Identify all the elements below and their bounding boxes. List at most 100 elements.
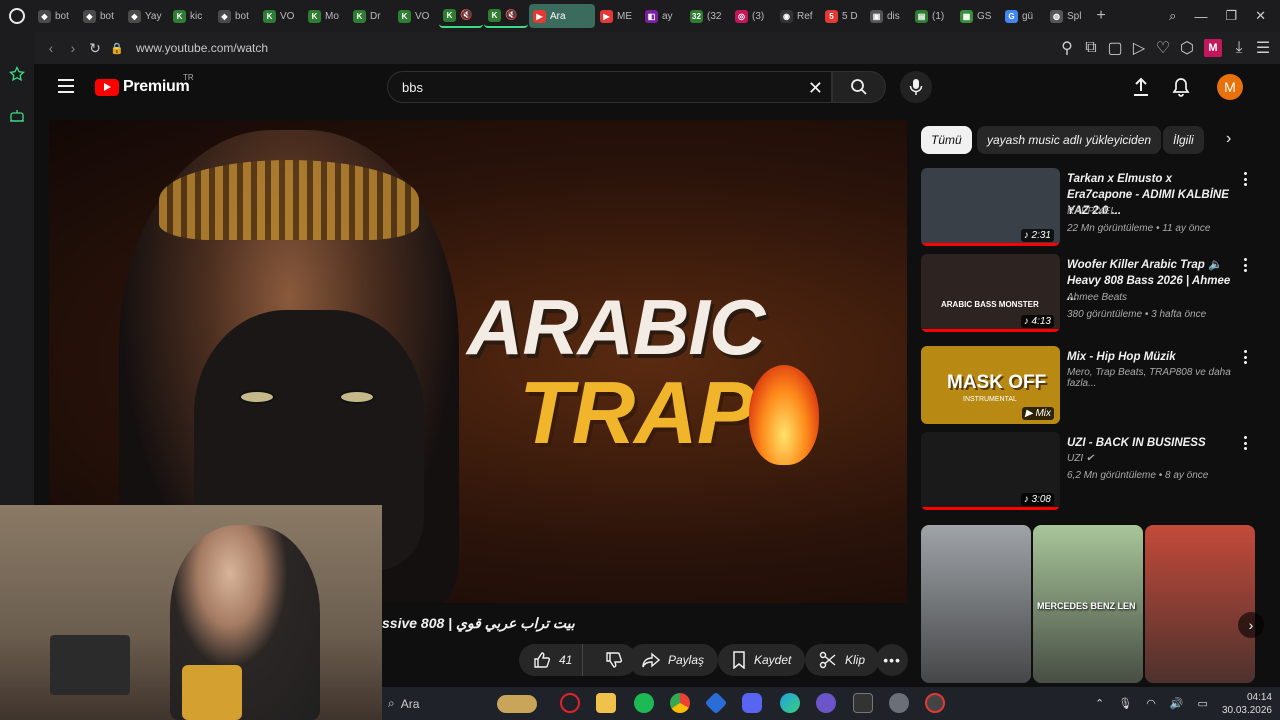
browser-tab[interactable]: ▶ Ara (529, 4, 595, 28)
wifi-icon[interactable]: ◠ (1146, 697, 1156, 710)
clock[interactable]: 04:14 30.03.2026 (1222, 691, 1272, 717)
back-button[interactable]: ‹ (40, 40, 62, 56)
cube-icon[interactable]: ▢ (1107, 40, 1122, 57)
browser-tab[interactable]: Kkic (169, 4, 213, 28)
obs-icon[interactable] (925, 693, 945, 713)
chip-all[interactable]: Tümü (921, 126, 972, 154)
media-player-icon[interactable] (816, 693, 836, 713)
discord-icon[interactable] (742, 693, 762, 713)
snapshot-icon[interactable]: ⧉ (1084, 39, 1098, 56)
recommendation-channel[interactable]: RAPPIXEL (1067, 206, 1116, 217)
volume-icon[interactable]: 🔊 (1170, 697, 1184, 710)
browser-tab[interactable]: K 🔇 (484, 4, 528, 28)
browser-tab[interactable]: ◉ Ref (776, 4, 820, 28)
url-field[interactable]: www.youtube.com/watch (136, 41, 268, 55)
edge-icon[interactable] (780, 693, 800, 713)
browser-tab[interactable]: ◆ bot (214, 4, 258, 28)
opera-taskbar-icon[interactable] (560, 693, 580, 713)
recommendation-channel[interactable]: Ahmee Beats (1067, 292, 1127, 303)
recommendation-item[interactable]: MASK OFF INSTRUMENTAL ▶ Mix Mix - Hip Hop M… (921, 346, 1261, 426)
more-vertical-icon[interactable] (1244, 350, 1248, 364)
recommendation-channel[interactable]: Mero, Trap Beats, TRAP808 ve daha fazla.… (1067, 367, 1261, 389)
opera-menu-button[interactable] (0, 0, 34, 32)
notifications-bell-icon[interactable] (1172, 77, 1190, 97)
video-thumbnail[interactable]: MASK OFF INSTRUMENTAL ▶ Mix (921, 346, 1060, 424)
shorts-next-chevron-icon[interactable]: › (1238, 612, 1264, 638)
close-window-button[interactable]: ✕ (1255, 8, 1266, 24)
recommendation-title[interactable]: Mix - Hip Hop Müzik (1067, 349, 1232, 365)
browser-tab[interactable]: ◎ (3) (731, 4, 775, 28)
browser-tab[interactable]: K VO (259, 4, 303, 28)
video-thumbnail[interactable]: ♪ 2:31 (921, 168, 1060, 246)
account-avatar[interactable]: M (1217, 74, 1243, 100)
recommendation-item[interactable]: ♪ 3:08 UZI - BACK IN BUSINESS UZI ✔ 6,2 Mn … (921, 432, 1261, 512)
short-video-2[interactable]: MERCEDES BENZ LEN (1033, 525, 1143, 683)
chevron-right-icon[interactable]: › (1226, 130, 1231, 148)
browser-tab[interactable]: K Mo (304, 4, 348, 28)
upload-icon[interactable] (1132, 77, 1150, 97)
recommendation-channel[interactable]: UZI ✔ (1067, 453, 1094, 464)
browser-tab[interactable]: ◧ ay (641, 4, 685, 28)
more-vertical-icon[interactable] (1244, 436, 1248, 450)
browser-tab[interactable]: ◆ bot (79, 4, 123, 28)
chrome-icon[interactable] (670, 693, 690, 713)
chip-uploader[interactable]: yayash music adlı yükleyiciden (977, 126, 1162, 154)
app-diamond-icon[interactable] (704, 691, 728, 715)
short-video-1[interactable] (921, 525, 1031, 683)
spotify-icon[interactable] (634, 693, 654, 713)
new-tab-button[interactable]: + (1091, 7, 1111, 25)
extensions-icon[interactable]: ⬡ (1180, 40, 1194, 57)
browser-tab[interactable]: ▣ dis (866, 4, 910, 28)
mic-tray-icon[interactable]: 🎙 (1118, 697, 1132, 710)
browser-tab[interactable]: ▦ GS (956, 4, 1000, 28)
more-actions-button[interactable]: ••• (876, 644, 908, 676)
minimize-button[interactable]: — (1194, 9, 1207, 24)
reload-button[interactable]: ↻ (84, 40, 106, 57)
player-icon[interactable]: ▷ (1132, 40, 1146, 57)
star-icon[interactable] (9, 66, 25, 82)
search-button[interactable] (832, 71, 886, 103)
browser-tab[interactable]: ◆ Yay (124, 4, 168, 28)
voice-search-button[interactable] (900, 71, 932, 103)
browser-tab[interactable]: ◆ bot (34, 4, 78, 28)
chip-related[interactable]: İlgili (1163, 126, 1204, 154)
browser-tab[interactable]: Ggü (1001, 4, 1045, 28)
pin-icon[interactable]: ⚲ (1060, 40, 1074, 57)
browser-tab[interactable]: 5 5 D (821, 4, 865, 28)
taskbar-search[interactable]: ⌕ Ara (388, 691, 538, 716)
youtube-logo[interactable]: Premium (95, 78, 190, 96)
maximize-button[interactable]: ❐ (1225, 8, 1237, 24)
browser-tab[interactable]: 32 (32 (686, 4, 730, 28)
video-thumbnail[interactable]: ♪ 3:08 (921, 432, 1060, 510)
lock-icon[interactable]: 🔒 (106, 42, 128, 55)
share-button[interactable]: Paylaş (628, 644, 719, 676)
clear-search-icon[interactable]: ✕ (808, 78, 823, 99)
file-explorer-icon[interactable] (596, 693, 616, 713)
menu-icon[interactable] (58, 79, 74, 93)
like-button[interactable]: 41 (519, 644, 583, 676)
download-icon[interactable]: ⤓ (1232, 39, 1246, 56)
forward-button[interactable]: › (62, 40, 84, 56)
save-button[interactable]: Kaydet (718, 644, 806, 676)
video-thumbnail[interactable]: ARABIC BASS MONSTER ♪ 4:13 (921, 254, 1060, 332)
more-vertical-icon[interactable] (1244, 172, 1248, 186)
profile-button[interactable]: M (1204, 39, 1222, 57)
chevron-up-icon[interactable]: ⌃ (1095, 697, 1104, 710)
recommendation-item[interactable]: ARABIC BASS MONSTER ♪ 4:13 Woofer Killer A… (921, 254, 1261, 334)
recommendation-item[interactable]: ♪ 2:31 Tarkan x Elmusto x Era7capone - AD… (921, 168, 1261, 248)
easy-setup-icon[interactable]: ☰ (1256, 40, 1270, 57)
more-vertical-icon[interactable] (1244, 258, 1248, 272)
browser-tab[interactable]: K Dr (349, 4, 393, 28)
clip-button[interactable]: Klip (805, 644, 880, 676)
battery-icon[interactable]: ▭ (1198, 697, 1208, 710)
recommendation-title[interactable]: UZI - BACK IN BUSINESS (1067, 435, 1232, 451)
search-input[interactable]: bbs ✕ (387, 71, 832, 103)
browser-tab[interactable]: ▤ (1) (911, 4, 955, 28)
aria-bot-icon[interactable] (9, 108, 25, 124)
search-tabs-icon[interactable]: ⌕ (1169, 8, 1176, 24)
browser-tab[interactable]: ◍ Spl (1046, 4, 1090, 28)
browser-tab[interactable]: K VO (394, 4, 438, 28)
browser-tab[interactable]: ▶ ME (596, 4, 640, 28)
short-video-3[interactable] (1145, 525, 1255, 683)
capcut-icon[interactable] (853, 693, 873, 713)
